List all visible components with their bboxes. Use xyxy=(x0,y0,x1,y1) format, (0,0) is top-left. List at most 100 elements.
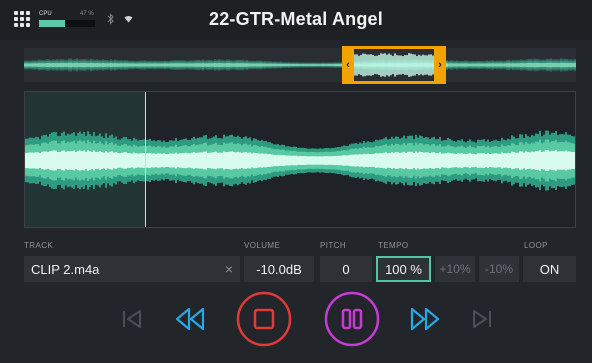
clear-icon[interactable]: × xyxy=(225,261,233,277)
waveform-sample xyxy=(464,63,466,67)
waveform-sample xyxy=(147,153,149,168)
waveform-sample xyxy=(119,153,121,168)
waveform-sample xyxy=(85,151,87,170)
waveform-sample xyxy=(153,153,155,168)
waveform-sample xyxy=(245,152,247,169)
waveform-sample xyxy=(295,155,297,166)
rewind-icon[interactable] xyxy=(174,306,206,332)
waveform-sample xyxy=(375,153,377,168)
waveform-sample xyxy=(511,151,513,170)
waveform-sample xyxy=(363,153,365,168)
waveform-sample xyxy=(284,63,286,67)
waveform-sample xyxy=(328,64,330,66)
waveform-sample xyxy=(257,153,259,168)
waveform-sample xyxy=(513,152,515,169)
waveform-sample xyxy=(556,62,558,68)
waveform-sample xyxy=(381,153,383,168)
waveform-sample xyxy=(239,152,241,169)
waveform-sample xyxy=(130,63,132,67)
waveform-sample xyxy=(225,152,227,169)
waveform-sample xyxy=(335,155,337,166)
waveform-sample xyxy=(280,63,282,67)
waveform-sample xyxy=(532,63,534,67)
waveform-sample xyxy=(195,152,197,169)
waveform-sample xyxy=(202,63,204,67)
waveform-sample xyxy=(228,63,230,67)
loop-toggle[interactable]: ON xyxy=(523,256,576,282)
waveform-sample xyxy=(401,152,403,169)
overview-selection-window[interactable]: ‹ › xyxy=(342,46,446,84)
waveform-sample xyxy=(553,150,555,171)
main-waveform[interactable] xyxy=(24,91,576,228)
tempo-minus-button[interactable]: -10% xyxy=(479,256,519,282)
waveform-sample xyxy=(451,153,453,168)
waveform-sample xyxy=(397,152,399,169)
top-bar: CPU 47 % 22-GTR-Metal Angel xyxy=(0,0,592,40)
tempo-plus-button[interactable]: +10% xyxy=(435,256,475,282)
waveform-sample xyxy=(188,63,190,67)
waveform-sample xyxy=(457,153,459,168)
waveform-sample xyxy=(286,64,288,66)
waveform-sample xyxy=(455,153,457,168)
waveform-sample xyxy=(450,63,452,67)
waveform-sample xyxy=(413,153,415,168)
pitch-field[interactable]: 0 xyxy=(320,256,372,282)
waveform-sample xyxy=(459,153,461,168)
selection-left-handle[interactable]: ‹ xyxy=(342,49,354,81)
waveform-sample xyxy=(93,150,95,171)
waveform-sample xyxy=(260,63,262,67)
waveform-sample xyxy=(448,63,450,67)
waveform-sample xyxy=(521,151,523,170)
waveform-sample xyxy=(205,151,207,170)
tempo-field[interactable]: 100 % xyxy=(376,256,431,282)
waveform-sample xyxy=(58,63,60,67)
waveform-sample xyxy=(367,153,369,168)
waveform-sample xyxy=(564,62,566,68)
tempo-minus-label: -10% xyxy=(484,262,513,276)
waveform-sample xyxy=(71,150,73,171)
waveform-sample xyxy=(462,63,464,67)
playhead[interactable] xyxy=(145,92,146,227)
waveform-sample xyxy=(429,153,431,168)
skip-to-start-icon[interactable] xyxy=(121,309,143,329)
waveform-sample xyxy=(574,62,576,68)
waveform-sample xyxy=(241,152,243,169)
fast-forward-icon[interactable] xyxy=(409,306,441,332)
waveform-sample xyxy=(133,152,135,169)
waveform-sample xyxy=(311,156,313,165)
waveform-sample xyxy=(337,155,339,166)
volume-field[interactable]: -10.0dB xyxy=(244,256,314,282)
selection-right-handle[interactable]: › xyxy=(434,49,446,81)
waveform-sample xyxy=(94,63,96,67)
waveform-sample xyxy=(89,151,91,170)
waveform-sample xyxy=(322,64,324,66)
waveform-overview[interactable] xyxy=(24,48,576,82)
waveform-sample xyxy=(415,151,417,170)
waveform-sample xyxy=(217,152,219,169)
waveform-sample xyxy=(453,153,455,168)
pause-button[interactable] xyxy=(324,291,380,347)
waveform-sample xyxy=(29,152,31,169)
waveform-sample xyxy=(163,153,165,168)
waveform-sample xyxy=(269,154,271,167)
waveform-sample xyxy=(220,63,222,67)
stop-button[interactable] xyxy=(236,291,292,347)
waveform-sample xyxy=(389,153,391,168)
waveform-sample xyxy=(140,63,142,67)
waveform-sample xyxy=(232,63,234,67)
waveform-sample xyxy=(487,153,489,168)
waveform-sample xyxy=(223,151,225,170)
waveform-sample xyxy=(575,151,576,170)
waveform-sample xyxy=(456,63,458,67)
waveform-sample xyxy=(571,151,573,170)
page-title: 22-GTR-Metal Angel xyxy=(209,9,383,29)
waveform-sample xyxy=(285,155,287,166)
waveform-sample xyxy=(169,153,171,168)
track-field[interactable]: CLIP 2.m4a × xyxy=(24,256,240,282)
skip-to-end-icon[interactable] xyxy=(471,309,493,329)
waveform-sample xyxy=(512,63,514,67)
waveform-sample xyxy=(479,153,481,168)
waveform-sample xyxy=(138,63,140,67)
waveform-sample xyxy=(151,153,153,168)
waveform-sample xyxy=(357,154,359,167)
